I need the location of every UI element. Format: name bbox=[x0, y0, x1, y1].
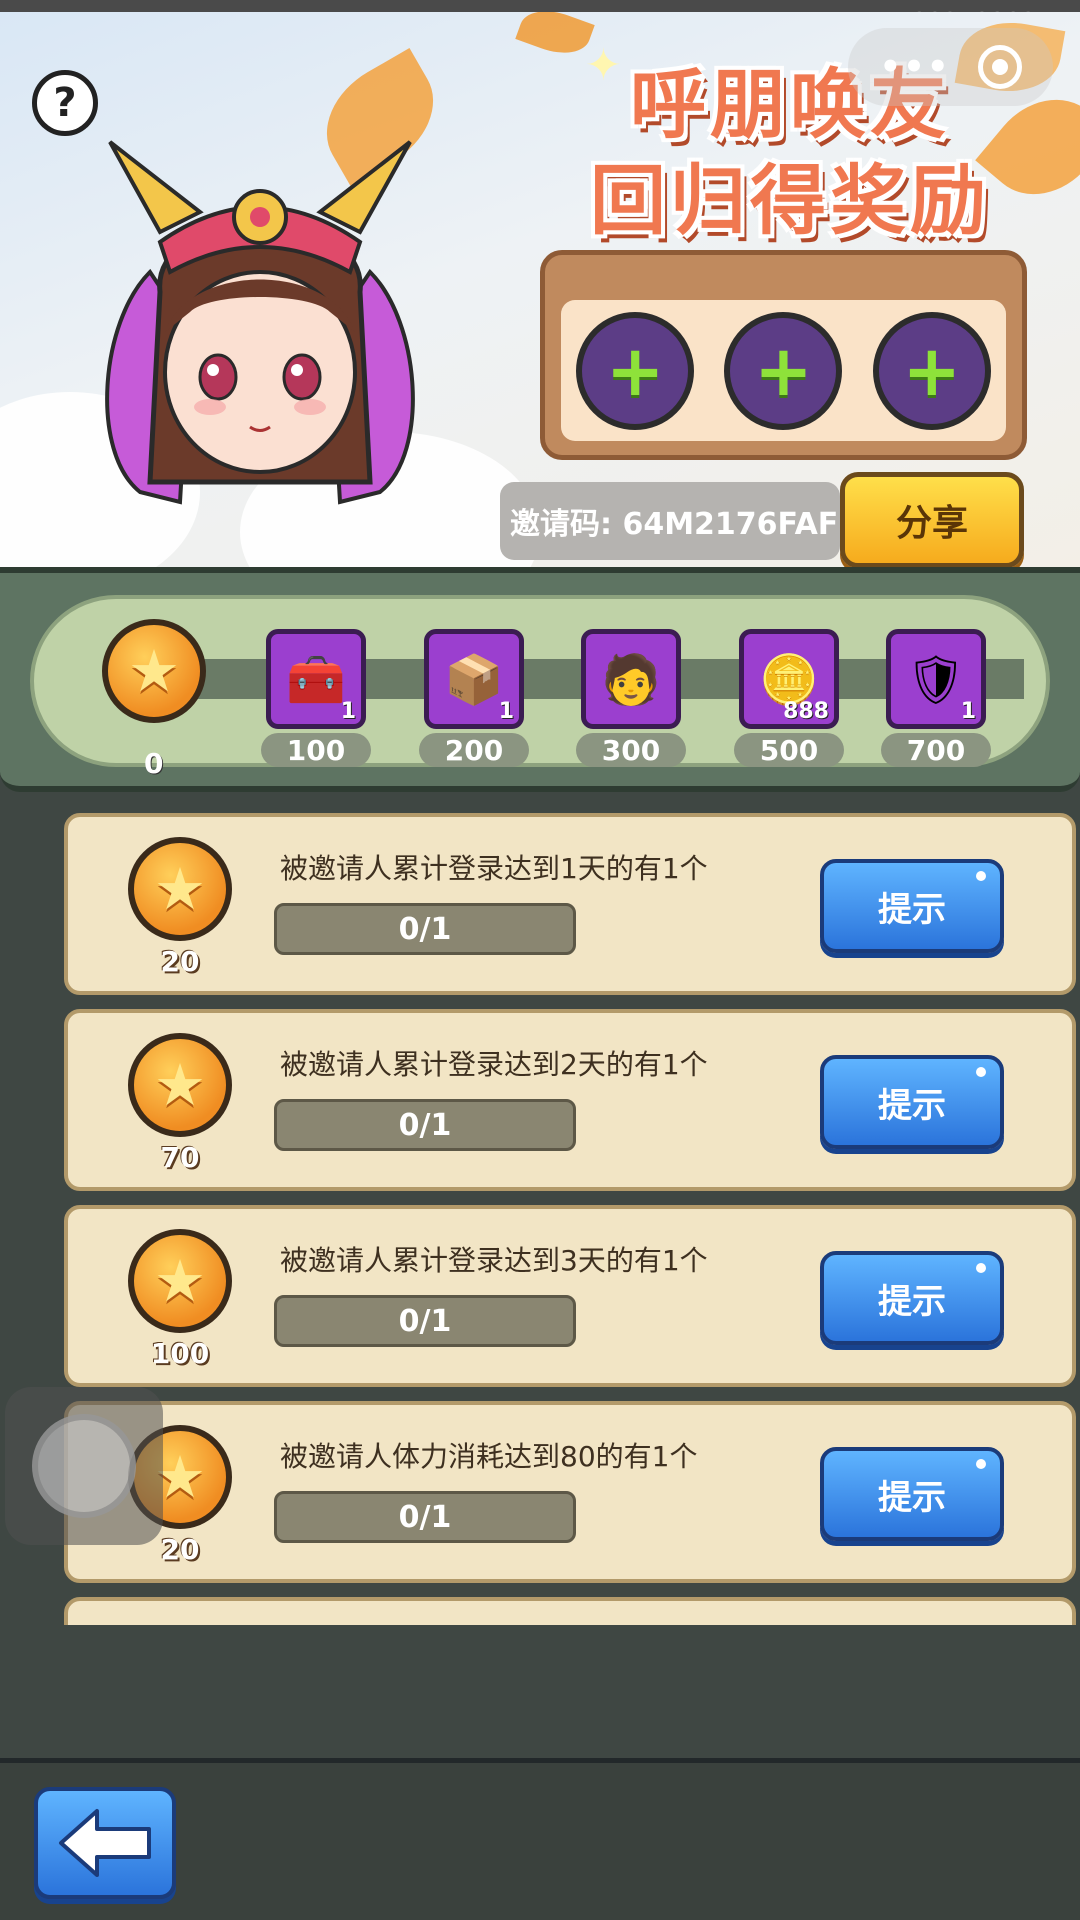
assistive-knob[interactable] bbox=[32, 1414, 136, 1518]
task-points: 20 bbox=[160, 945, 200, 978]
task-row: ★ 20 被邀请人体力消耗达到80的有1个 0/1 提示 bbox=[64, 1401, 1076, 1583]
task-progress: 0/1 bbox=[274, 903, 576, 955]
task-progress: 0/1 bbox=[274, 1099, 576, 1151]
hint-button[interactable]: 提示 bbox=[820, 1251, 1004, 1345]
task-row: ★ 100 被邀请人累计登录达到3天的有1个 0/1 提示 bbox=[64, 1205, 1076, 1387]
reward-progress-panel: ★ 0 🧰 1 📦 1 🧑 🪙 888 🛡 1 100 200 300 500 … bbox=[0, 567, 1080, 792]
task-points: 70 bbox=[160, 1141, 200, 1174]
title-line-2: 回归得奖励 bbox=[590, 156, 990, 245]
milestone-reward-300[interactable]: 🧑 bbox=[581, 629, 681, 729]
milestone-label: 700 bbox=[881, 733, 991, 767]
floating-assistive-button[interactable] bbox=[5, 1387, 163, 1545]
milestone-reward-500[interactable]: 🪙 888 bbox=[739, 629, 839, 729]
milestone-reward-700[interactable]: 🛡 1 bbox=[886, 629, 986, 729]
task-row: ★ 70 被邀请人累计登录达到2天的有1个 0/1 提示 bbox=[64, 1009, 1076, 1191]
task-row-partial bbox=[64, 1597, 1076, 1625]
task-progress: 0/1 bbox=[274, 1295, 576, 1347]
hint-button[interactable]: 提示 bbox=[820, 1055, 1004, 1149]
help-icon[interactable]: ? bbox=[32, 70, 98, 136]
reward-count: 1 bbox=[498, 699, 514, 724]
hero-avatar-icon: 🧑 bbox=[601, 651, 661, 708]
star-medal-icon: ★ bbox=[128, 1229, 232, 1353]
share-button[interactable]: 分享 bbox=[840, 472, 1024, 567]
plus-icon: + bbox=[605, 329, 665, 412]
task-points: 100 bbox=[150, 1337, 210, 1370]
invite-code: 邀请码: 64M2176FAF bbox=[500, 482, 840, 560]
reward-count: 1 bbox=[340, 699, 356, 724]
milestone-label: 300 bbox=[576, 733, 686, 767]
milestone-reward-200[interactable]: 📦 1 bbox=[424, 629, 524, 729]
more-dots-icon[interactable]: ••• bbox=[879, 47, 950, 87]
milestone-label: 200 bbox=[419, 733, 529, 767]
task-description: 被邀请人累计登录达到1天的有1个 bbox=[280, 852, 708, 885]
milestone-reward-100[interactable]: 🧰 1 bbox=[266, 629, 366, 729]
hero-portrait bbox=[105, 140, 415, 505]
reward-count: 888 bbox=[783, 699, 829, 724]
back-arrow-icon bbox=[59, 1809, 151, 1877]
hint-button[interactable]: 提示 bbox=[820, 1447, 1004, 1541]
current-points: 0 bbox=[144, 747, 164, 780]
hint-button[interactable]: 提示 bbox=[820, 859, 1004, 953]
star-medal-icon: ★ bbox=[102, 619, 206, 743]
task-progress: 0/1 bbox=[274, 1491, 576, 1543]
reward-count: 1 bbox=[960, 699, 976, 724]
star-medal-icon: ★ bbox=[128, 837, 232, 961]
task-row: ★ 20 被邀请人累计登录达到1天的有1个 0/1 提示 bbox=[64, 813, 1076, 995]
plus-icon: + bbox=[754, 329, 813, 412]
footer-bar bbox=[0, 1758, 1080, 1920]
task-description: 被邀请人累计登录达到2天的有1个 bbox=[280, 1048, 708, 1081]
close-target-icon[interactable] bbox=[977, 45, 1022, 89]
add-friend-slot-2[interactable]: + bbox=[724, 311, 843, 430]
star-medal-icon: ★ bbox=[128, 1033, 232, 1157]
task-points: 20 bbox=[160, 1533, 200, 1566]
chest-upgrade-icon: 🧰 bbox=[286, 651, 346, 708]
add-friend-slot-3[interactable]: + bbox=[872, 311, 991, 430]
milestone-label: 500 bbox=[734, 733, 844, 767]
chest-up-arrow-icon: 📦 bbox=[444, 651, 504, 708]
task-description: 被邀请人累计登录达到3天的有1个 bbox=[280, 1244, 708, 1277]
back-button[interactable] bbox=[34, 1787, 176, 1899]
friend-slots-panel: + + + bbox=[540, 250, 1027, 460]
miniprogram-capsule[interactable]: ••• bbox=[848, 28, 1053, 106]
golden-armor-icon: 🛡 bbox=[905, 651, 967, 708]
add-friend-slot-1[interactable]: + bbox=[576, 311, 695, 430]
task-description: 被邀请人体力消耗达到80的有1个 bbox=[280, 1440, 698, 1473]
plus-icon: + bbox=[902, 329, 962, 412]
milestone-label: 100 bbox=[261, 733, 371, 767]
